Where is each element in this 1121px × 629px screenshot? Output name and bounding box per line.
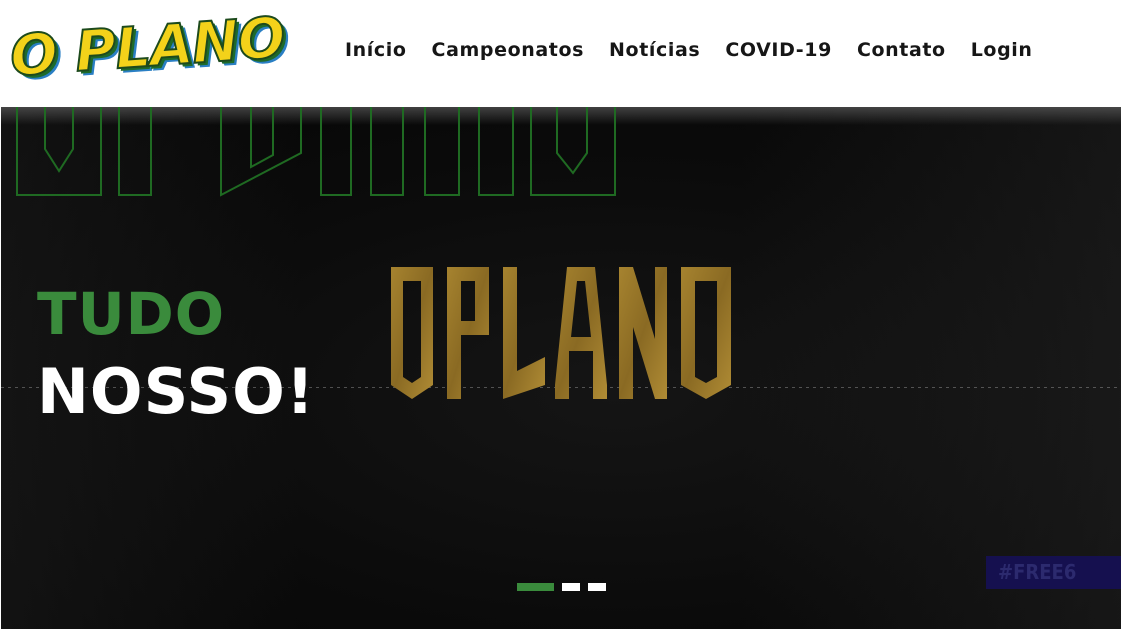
slide-dot-3[interactable] — [588, 583, 606, 591]
hero-tagline-line2: NOSSO! — [37, 355, 316, 428]
slider-pagination — [517, 583, 606, 591]
o-plano-logo[interactable]: O PLANO — [4, 5, 288, 91]
nav-item-noticias[interactable]: Notícias — [609, 39, 700, 61]
nav-item-inicio[interactable]: Início — [345, 39, 407, 61]
background-outline-lettering — [16, 107, 616, 197]
badge-text: #FREE6 — [998, 560, 1077, 584]
nav-item-covid[interactable]: COVID-19 — [725, 39, 832, 61]
nav-item-campeonatos[interactable]: Campeonatos — [432, 39, 585, 61]
nav-item-contato[interactable]: Contato — [857, 39, 946, 61]
free6-badge: #FREE6 — [986, 556, 1121, 589]
nav-item-login[interactable]: Login — [971, 39, 1033, 61]
main-nav: Início Campeonatos Notícias COVID-19 Con… — [345, 33, 1033, 67]
hero-texture-right — [741, 107, 1121, 629]
slide-dot-1[interactable] — [517, 583, 554, 591]
oplano-gold-logo — [391, 267, 731, 399]
slide-dot-2[interactable] — [562, 583, 580, 591]
hero-slider: TUDO NOSSO! #FREE6 — [1, 107, 1121, 629]
site-header: O PLANO Início Campeonatos Notícias COVI… — [0, 0, 1121, 106]
hero-tagline-line1: TUDO — [37, 280, 226, 348]
logo-text: O PLANO — [7, 5, 288, 91]
